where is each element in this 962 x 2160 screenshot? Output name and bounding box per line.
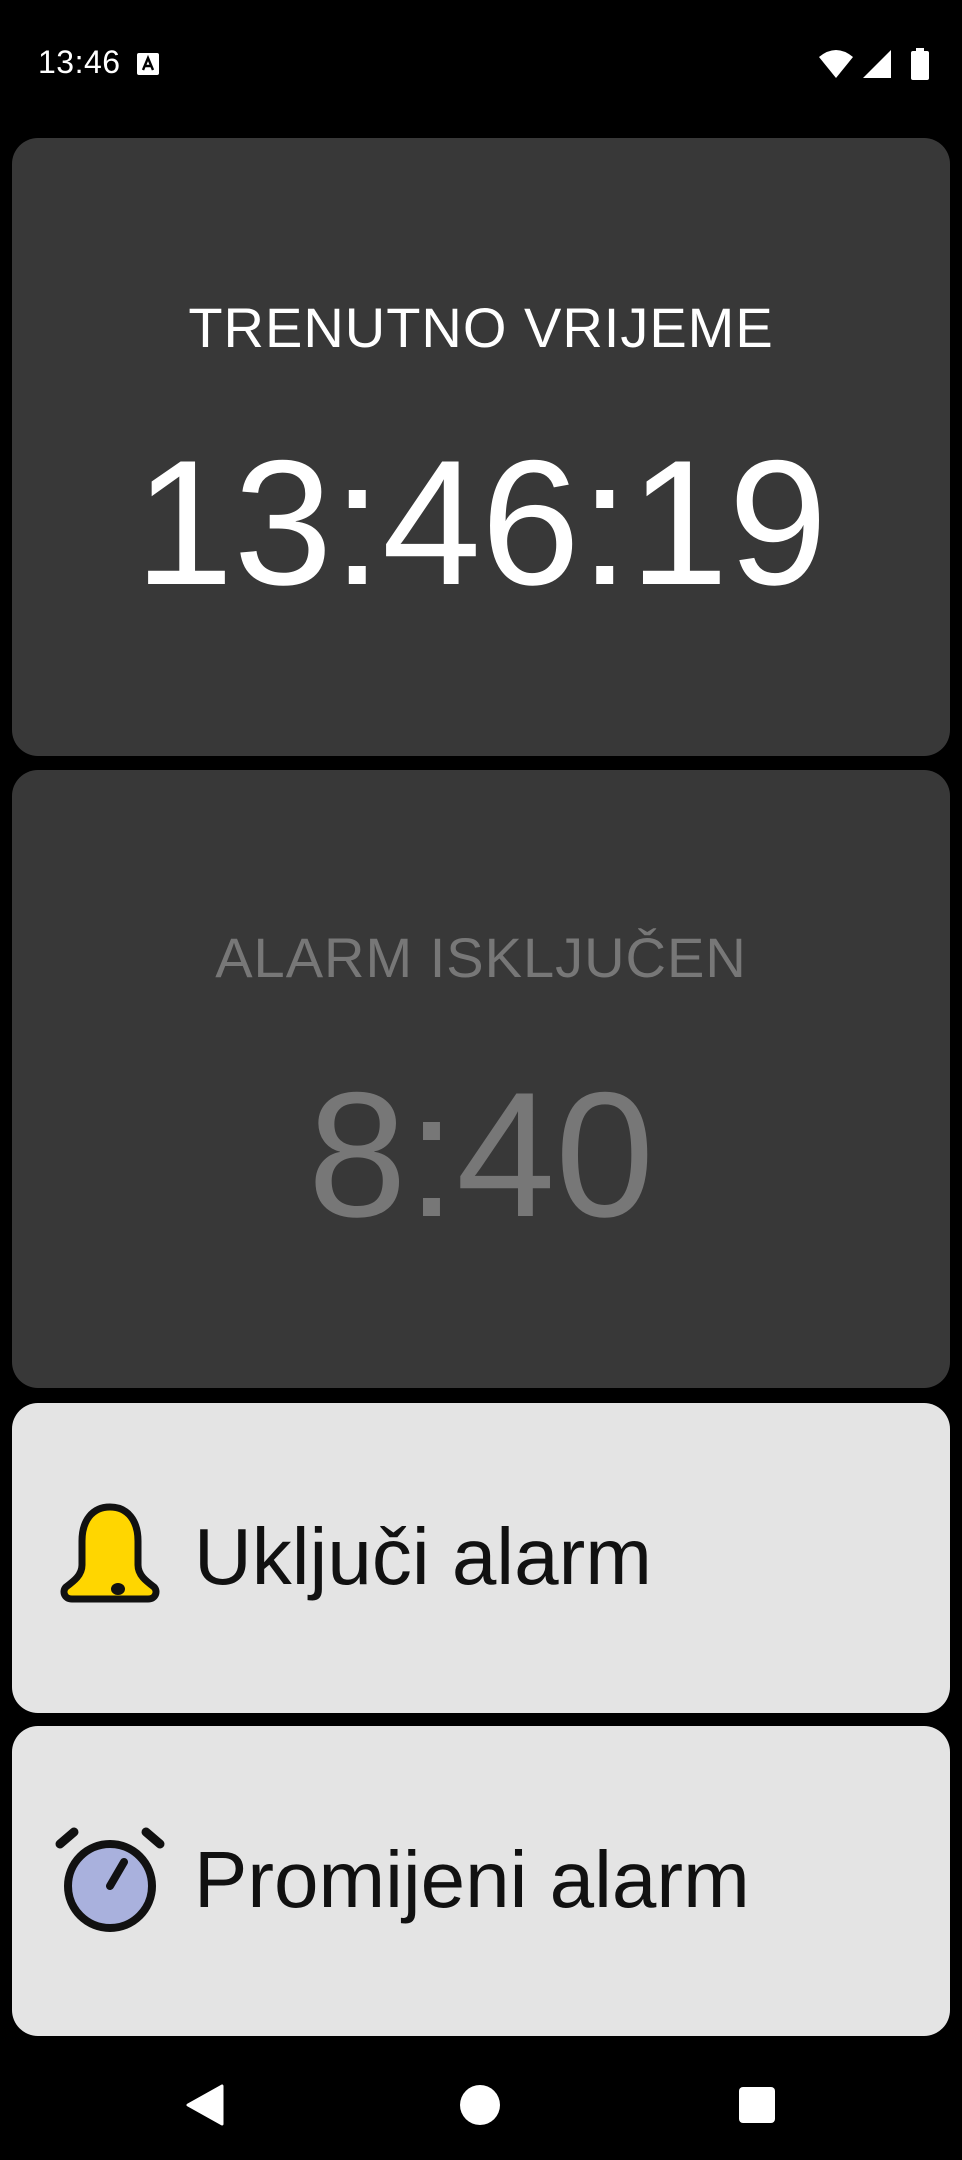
recents-icon[interactable] — [732, 2080, 782, 2130]
back-icon[interactable] — [180, 2080, 230, 2130]
signal-icon — [863, 50, 891, 78]
current-time-panel: TRENUTNO VRIJEME 13:46:19 — [12, 138, 950, 756]
alarm-clock-icon — [55, 1827, 165, 1932]
enable-alarm-button[interactable]: Uključi alarm — [12, 1403, 950, 1713]
alarm-time-value: 8:40 — [307, 1055, 655, 1254]
battery-icon — [911, 48, 929, 80]
home-icon[interactable] — [455, 2080, 505, 2130]
alarm-status-label: ALARM ISKLJUČEN — [215, 926, 747, 989]
status-icons — [818, 46, 930, 82]
change-alarm-button[interactable]: Promijeni alarm — [12, 1726, 950, 2036]
enable-alarm-label: Uključi alarm — [194, 1512, 652, 1601]
status-bar: 13:46 — [0, 0, 962, 124]
bell-icon — [60, 1503, 160, 1603]
current-time-value: 13:46:19 — [134, 423, 828, 622]
a-notification-icon — [137, 53, 159, 75]
status-time: 13:46 — [38, 44, 121, 80]
navigation-bar — [0, 2050, 962, 2160]
current-time-label: TRENUTNO VRIJEME — [188, 296, 774, 359]
wifi-icon — [819, 50, 853, 78]
alarm-status-panel: ALARM ISKLJUČEN 8:40 — [12, 770, 950, 1388]
change-alarm-label: Promijeni alarm — [194, 1835, 750, 1924]
